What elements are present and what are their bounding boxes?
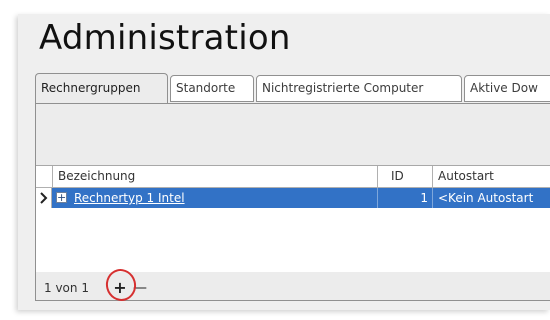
column-header-autostart[interactable]: Autostart — [438, 166, 494, 187]
column-divider — [432, 166, 433, 187]
tab-nichtregistrierte-computer[interactable]: Nichtregistrierte Computer — [256, 75, 462, 102]
current-row-arrow-icon — [40, 192, 48, 204]
data-grid: Bezeichnung ID Autostart + Rechnertyp 1 … — [36, 165, 550, 272]
tab-aktive-downloads[interactable]: Aktive Dow — [464, 75, 550, 102]
tab-content: Bezeichnung ID Autostart + Rechnertyp 1 … — [35, 103, 550, 305]
grid-header: Bezeichnung ID Autostart — [36, 166, 550, 188]
column-divider — [52, 166, 53, 187]
column-divider — [432, 188, 433, 208]
column-header-id[interactable]: ID — [391, 166, 404, 187]
table-row[interactable]: + Rechnertyp 1 Intel 1 <Kein Autostart — [36, 188, 550, 208]
column-header-bezeichnung[interactable]: Bezeichnung — [58, 166, 135, 187]
pager-text: 1 von 1 — [44, 281, 89, 295]
cell-id: 1 — [420, 191, 428, 205]
cell-autostart: <Kein Autostart — [438, 191, 534, 205]
tab-bar: Rechnergruppen Standorte Nichtregistrier… — [35, 73, 550, 104]
page-title: Administration — [39, 18, 291, 58]
expand-plus-icon[interactable]: + — [56, 192, 67, 203]
cell-bezeichnung[interactable]: Rechnertyp 1 Intel — [74, 188, 185, 208]
tab-rechnergruppen[interactable]: Rechnergruppen — [35, 73, 168, 104]
row-indicator — [36, 188, 52, 208]
tab-standorte[interactable]: Standorte — [170, 75, 254, 102]
column-divider — [377, 166, 378, 187]
